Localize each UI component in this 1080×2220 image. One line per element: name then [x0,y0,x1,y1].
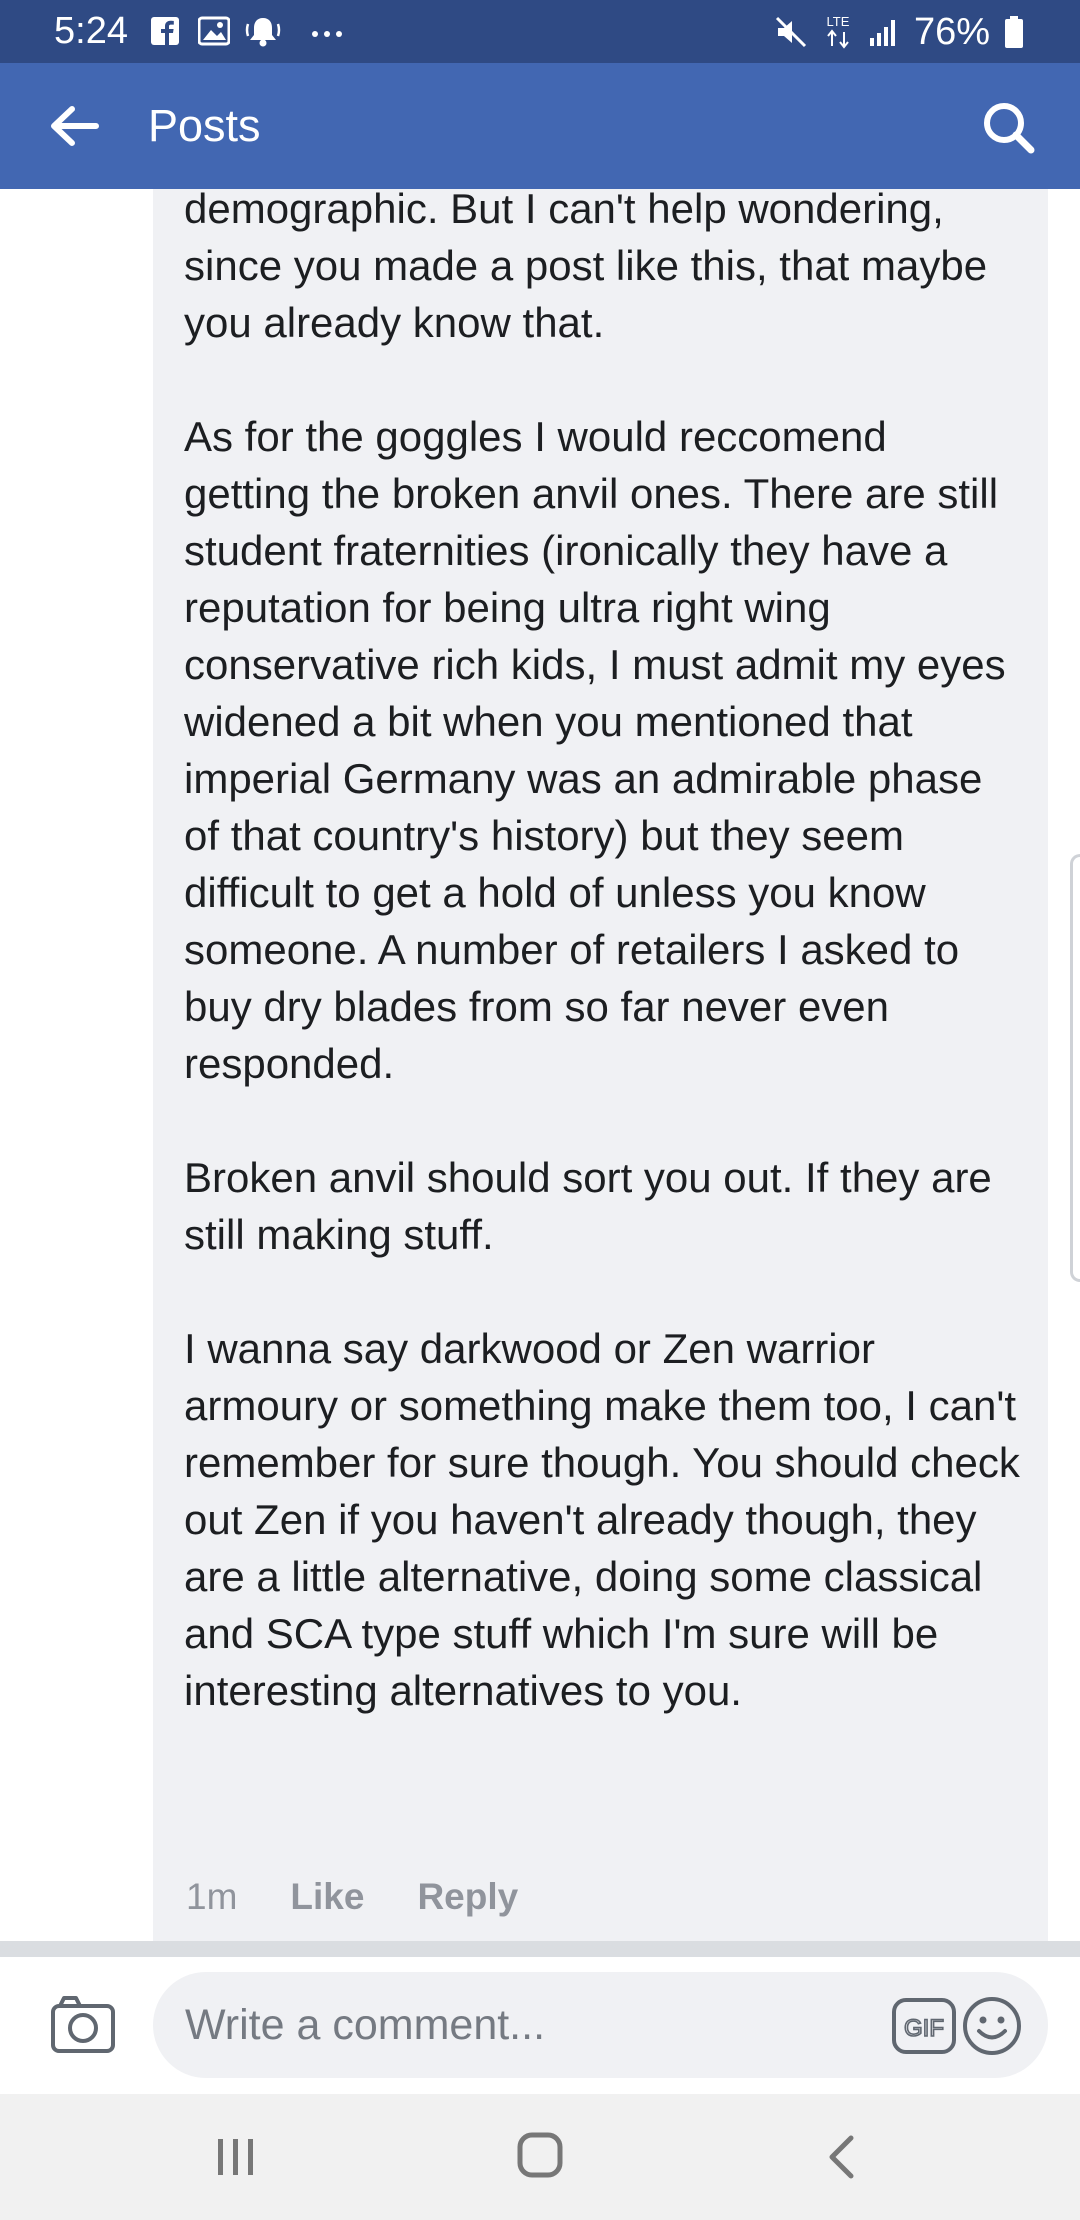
comment-bubble[interactable]: demographic. But I can't help wondering,… [153,189,1048,1941]
comment-thread: demographic. But I can't help wondering,… [0,189,1080,1941]
system-nav-bar [0,2094,1080,2220]
status-indicators: LTE 76% [774,0,1024,63]
comment-input[interactable]: Write a comment... GIF [153,1972,1048,2078]
gif-label: GIF [904,2015,944,2042]
bell-notification-icon [245,18,281,47]
comment-timestamp: 1m [186,1876,238,1917]
more-notifications-icon [312,31,342,37]
comment-paragraph: Broken anvil should sort you out. If the… [184,1154,992,1258]
gif-icon[interactable]: GIF [892,1998,956,2054]
smiley-icon[interactable] [962,1996,1022,2056]
side-handle[interactable] [1070,854,1080,1282]
status-time: 5:24 [54,10,128,52]
comment-paragraph: As for the goggles I would reccomend get… [184,413,1006,1087]
comment-input-placeholder: Write a comment... [185,2001,546,2049]
comment-body: demographic. But I can't help wondering,… [184,189,1024,1719]
lte-label: LTE [826,14,849,29]
page-title: Posts [148,100,261,151]
gallery-notification-icon [198,16,230,46]
arrow-left-icon[interactable] [48,101,100,151]
home-icon[interactable] [517,2132,563,2178]
recents-icon[interactable] [215,2137,257,2177]
divider [0,1941,1080,1957]
comment-paragraph: I wanna say darkwood or Zen warrior armo… [184,1325,1020,1714]
search-icon[interactable] [980,99,1036,155]
comment-meta: 1m Like Reply [186,1870,571,1924]
comment-composer: Write a comment... GIF [0,1957,1080,2094]
status-bar: 5:24 LTE 76% [0,0,1080,63]
facebook-notification-icon [151,17,179,45]
like-button[interactable]: Like [290,1876,364,1918]
battery-icon [1005,15,1023,48]
signal-icon [869,19,895,46]
app-bar: Posts [0,63,1080,189]
chevron-left-icon[interactable] [826,2134,856,2180]
comment-paragraph: demographic. But I can't help wondering,… [184,189,988,346]
camera-icon[interactable] [50,1994,116,2054]
battery-percentage: 76% [913,10,990,53]
mute-icon [775,16,806,47]
lte-icon: LTE [826,14,850,49]
reply-button[interactable]: Reply [417,1876,518,1918]
